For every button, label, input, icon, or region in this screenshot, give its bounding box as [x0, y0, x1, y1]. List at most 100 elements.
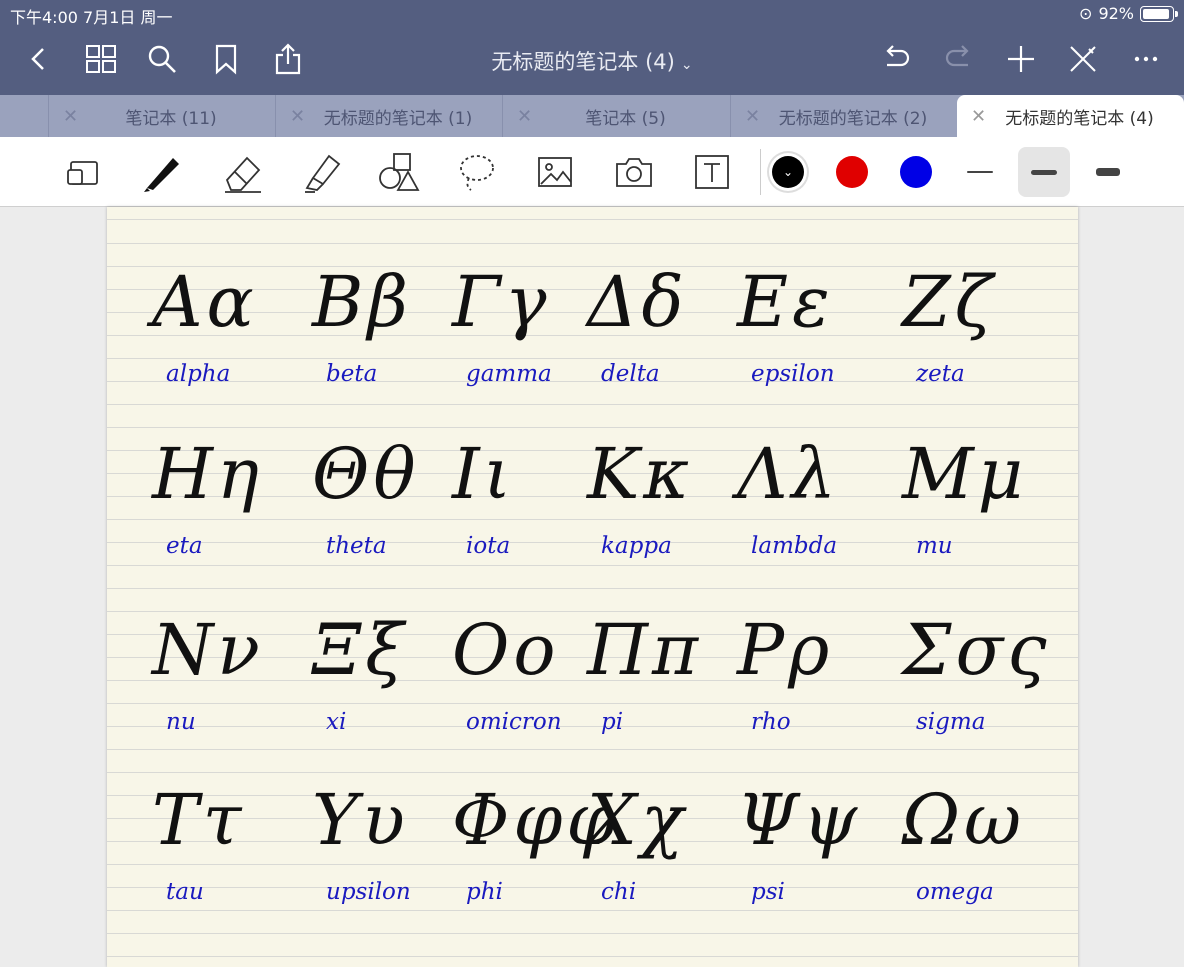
search-icon[interactable] — [145, 42, 179, 76]
greek-letters: Ξξ — [312, 609, 408, 691]
stroke-thin[interactable] — [954, 147, 1006, 197]
tab-label: 无标题的笔记本 (2) — [778, 108, 928, 129]
close-tab-icon[interactable]: ✕ — [517, 106, 532, 127]
letter-name: gamma — [466, 361, 552, 387]
redo-icon[interactable] — [942, 42, 976, 76]
greek-letters: Ππ — [587, 609, 703, 691]
greek-letters: Κκ — [587, 433, 694, 515]
close-tab-icon[interactable]: ✕ — [745, 106, 760, 127]
greek-letter-entry: Θθ theta — [312, 439, 462, 589]
lined-paper[interactable]: Αα alpha Ββ beta Γγ gamma Δδ delta Εε epsilon Ζζ ze… — [107, 207, 1078, 967]
greek-letter-entry: Μμ mu — [902, 439, 1052, 589]
greek-letter-entry: Σσς sigma — [902, 615, 1052, 765]
greek-letter-entry: Εε epsilon — [737, 267, 887, 417]
chevron-down-icon: ⌄ — [680, 57, 693, 73]
close-tab-icon[interactable]: ✕ — [971, 106, 986, 127]
pen-icon[interactable]: ᛒ — [140, 149, 186, 195]
letter-name: upsilon — [326, 879, 411, 905]
read-mode-icon[interactable] — [60, 149, 106, 195]
greek-letters: Ιι — [452, 433, 516, 515]
greek-letter-entry: Ζζ zeta — [902, 267, 1052, 417]
lasso-icon[interactable] — [454, 149, 500, 195]
greek-letters: Ωω — [902, 779, 1026, 861]
greek-letters: Αα — [152, 261, 258, 343]
tab-label: 笔记本 (11) — [125, 108, 217, 129]
highlighter-icon[interactable] — [298, 149, 344, 195]
camera-icon[interactable] — [611, 149, 657, 195]
battery-percent: 92% — [1098, 4, 1134, 23]
more-icon[interactable] — [1129, 42, 1163, 76]
close-tab-icon[interactable]: ✕ — [290, 106, 305, 127]
letter-name: kappa — [601, 533, 672, 559]
tab-5-active[interactable]: ✕ 无标题的笔记本 (4) — [957, 95, 1184, 137]
shapes-icon[interactable] — [375, 149, 421, 195]
status-bar: 下午4:00 7月1日 周一 ⊙ 92% — [0, 0, 1184, 28]
letter-name: xi — [326, 709, 347, 735]
greek-letters: Ηη — [152, 433, 263, 515]
bookmark-icon[interactable] — [209, 42, 243, 76]
letter-name: eta — [166, 533, 203, 559]
letter-name: rho — [751, 709, 791, 735]
greek-letters: Ζζ — [902, 261, 997, 343]
greek-letter-entry: Ββ beta — [312, 267, 462, 417]
tab-label: 无标题的笔记本 (4) — [1005, 108, 1154, 129]
eraser-icon[interactable] — [220, 149, 266, 195]
letter-name: alpha — [166, 361, 231, 387]
tab-1[interactable]: ✕ 笔记本 (11) — [48, 95, 275, 137]
letter-name: zeta — [916, 361, 965, 387]
tab-3[interactable]: ✕ 笔记本 (5) — [502, 95, 730, 137]
stroke-thick[interactable] — [1082, 147, 1134, 197]
greek-letters: Ρρ — [737, 609, 834, 691]
back-icon[interactable] — [22, 42, 56, 76]
greek-letter-entry: Υυ upsilon — [312, 785, 462, 935]
greek-letters: Λλ — [737, 433, 840, 515]
grid-icon[interactable] — [84, 42, 118, 76]
tab-4[interactable]: ✕ 无标题的笔记本 (2) — [730, 95, 957, 137]
share-icon[interactable] — [271, 42, 305, 76]
color-swatch-black[interactable]: ⌄ — [772, 156, 804, 188]
greek-letter-entry: Ωω omega — [902, 785, 1052, 935]
greek-letters: Δδ — [587, 261, 688, 343]
close-tab-icon[interactable]: ✕ — [63, 106, 78, 127]
toolbar-divider — [760, 149, 761, 195]
letter-name: nu — [166, 709, 196, 735]
greek-letter-entry: Χχ chi — [587, 785, 737, 935]
letter-name: theta — [326, 533, 387, 559]
status-time: 下午4:00 7月1日 周一 — [10, 8, 173, 27]
letter-name: epsilon — [751, 361, 835, 387]
image-icon[interactable] — [532, 149, 578, 195]
letter-name: chi — [601, 879, 637, 905]
letter-name: delta — [601, 361, 660, 387]
greek-letter-entry: Ρρ rho — [737, 615, 887, 765]
greek-letters: Ββ — [312, 261, 412, 343]
status-right: ⊙ 92% — [1079, 4, 1178, 23]
orientation-lock-icon: ⊙ — [1079, 4, 1093, 23]
greek-letter-entry: Ηη eta — [152, 439, 302, 589]
close-pen-icon[interactable] — [1066, 42, 1100, 76]
color-swatch-red[interactable] — [836, 156, 868, 188]
text-icon[interactable] — [689, 149, 735, 195]
greek-letter-entry: Ψψ psi — [737, 785, 887, 935]
tab-2[interactable]: ✕ 无标题的笔记本 (1) — [275, 95, 502, 137]
greek-letter-entry: Δδ delta — [587, 267, 737, 417]
document-title-text: 无标题的笔记本 (4) — [491, 50, 675, 74]
greek-letters: Νν — [152, 609, 264, 691]
tab-label: 无标题的笔记本 (1) — [323, 108, 473, 129]
greek-letters: Ττ — [152, 779, 246, 861]
greek-letter-entry: Νν nu — [152, 615, 302, 765]
letter-name: psi — [751, 879, 785, 905]
greek-letter-entry: Αα alpha — [152, 267, 302, 417]
undo-icon[interactable] — [879, 42, 913, 76]
top-bar: 下午4:00 7月1日 周一 ⊙ 92% 无标题的笔记本 (4) ⌄ — [0, 0, 1184, 95]
letter-name: omega — [916, 879, 994, 905]
tab-strip: ✕ 笔记本 (11) ✕ 无标题的笔记本 (1) ✕ 笔记本 (5) ✕ 无标题的笔记本… — [0, 95, 1184, 137]
chevron-down-icon: ⌄ — [782, 165, 794, 179]
add-icon[interactable] — [1004, 42, 1038, 76]
battery-icon — [1140, 5, 1178, 22]
stroke-medium[interactable] — [1018, 147, 1070, 197]
greek-letter-entry: Λλ lambda — [737, 439, 887, 589]
color-swatch-blue[interactable] — [900, 156, 932, 188]
greek-letters: Χχ — [587, 779, 688, 861]
greek-letter-entry: Ππ pi — [587, 615, 737, 765]
letter-name: iota — [466, 533, 511, 559]
